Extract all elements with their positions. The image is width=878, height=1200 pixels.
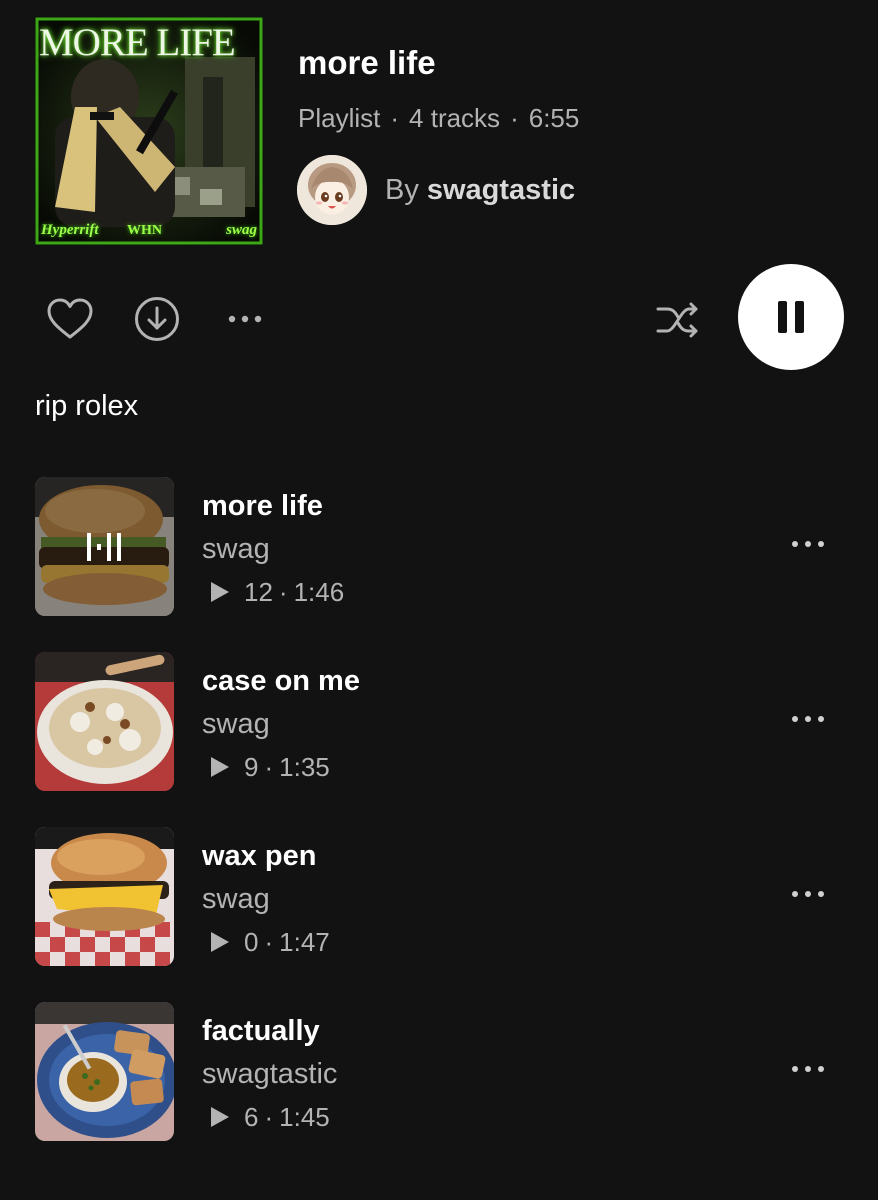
track-thumbnail (35, 652, 174, 791)
track-artist[interactable]: swag (202, 706, 270, 742)
track-thumbnail (35, 477, 174, 616)
meta-separator: · (510, 103, 519, 133)
more-options-button[interactable] (222, 298, 268, 340)
track-stats: 0 · 1:47 (210, 924, 330, 960)
playlist-header: MORE LIFE Hyperrift WHN swag more life P… (35, 17, 835, 245)
heart-icon (47, 298, 93, 339)
track-more-button[interactable] (786, 524, 830, 564)
track-title: factually (202, 1015, 320, 1047)
track-duration: 1:47 (279, 926, 330, 957)
play-count: 9 (244, 751, 259, 782)
play-count-icon (210, 931, 230, 953)
owner-label[interactable]: By swagtastic (385, 174, 575, 207)
cover-tag: swag (226, 222, 257, 238)
more-options-icon (228, 315, 262, 323)
track-thumbnail (35, 827, 174, 966)
track-title: case on me (202, 665, 360, 697)
more-options-icon (792, 891, 824, 897)
play-count-icon (210, 756, 230, 778)
meta-separator: · (390, 103, 400, 133)
more-options-icon (792, 1066, 824, 1072)
track-more-button[interactable] (786, 1049, 830, 1089)
owner-name[interactable]: swagtastic (427, 174, 575, 206)
track-row[interactable]: wax pen swag 0 · 1:47 (0, 822, 878, 967)
cover-title-text: MORE LIFE (39, 21, 236, 64)
track-more-button[interactable] (786, 874, 830, 914)
track-duration: 1:35 (279, 751, 330, 782)
playlist-title: more life (298, 44, 436, 81)
play-count: 6 (244, 1101, 259, 1132)
now-playing-overlay (35, 477, 174, 616)
anime-girl-avatar-image (297, 155, 367, 225)
playlist-type: Playlist (298, 103, 381, 133)
track-stats: 12 · 1:46 (210, 574, 344, 610)
playlist-meta: Playlist · 4 tracks · 6:55 (298, 101, 579, 135)
more-options-icon (792, 541, 824, 547)
track-more-button[interactable] (786, 699, 830, 739)
stats-separator: · (278, 576, 288, 607)
play-count-icon (210, 581, 230, 603)
stats-separator: · (264, 751, 274, 782)
playlist-description: rip rolex (35, 390, 139, 422)
playlist-actions (0, 262, 878, 372)
cheeseburger-image (35, 827, 174, 966)
track-stats: 9 · 1:35 (210, 749, 330, 785)
track-thumbnail (35, 1002, 174, 1141)
download-button[interactable] (131, 293, 183, 345)
track-artist[interactable]: swag (202, 881, 270, 917)
track-duration: 1:46 (293, 576, 345, 607)
shuffle-icon (656, 302, 698, 338)
cover-tag: WHN (127, 223, 162, 238)
stats-separator: · (264, 1101, 274, 1132)
playlist-cover-art: MORE LIFE Hyperrift WHN swag (35, 17, 263, 245)
track-title: more life (202, 490, 323, 522)
equalizer-icon (86, 532, 121, 561)
track-title: wax pen (202, 840, 317, 872)
cover-tag: Hyperrift (41, 222, 99, 238)
track-duration: 1:45 (279, 1101, 330, 1132)
track-count: 4 tracks (409, 103, 501, 133)
playlist-owner[interactable]: By swagtastic (297, 154, 575, 226)
fries-plate-image (35, 652, 174, 791)
more-options-icon (792, 716, 824, 722)
avatar[interactable] (297, 155, 367, 225)
track-stats: 6 · 1:45 (210, 1099, 330, 1135)
playlist-duration: 6:55 (528, 103, 580, 133)
pause-button[interactable] (738, 264, 844, 370)
track-row[interactable]: more life swag 12 · 1:46 (0, 472, 878, 617)
like-button[interactable] (44, 293, 96, 345)
track-artist[interactable]: swag (202, 531, 270, 567)
download-icon (135, 297, 179, 341)
by-label: By (385, 173, 419, 206)
pause-icon (778, 301, 804, 333)
shuffle-button[interactable] (652, 294, 704, 346)
track-row[interactable]: case on me swag 9 · 1:35 (0, 647, 878, 792)
play-count-icon (210, 1106, 230, 1128)
track-artist[interactable]: swagtastic (202, 1056, 337, 1092)
play-count: 0 (244, 926, 259, 957)
stats-separator: · (264, 926, 274, 957)
play-count: 12 (244, 576, 273, 607)
track-row[interactable]: factually swagtastic 6 · 1:45 (0, 997, 878, 1142)
dinner-plate-image (35, 1002, 174, 1141)
